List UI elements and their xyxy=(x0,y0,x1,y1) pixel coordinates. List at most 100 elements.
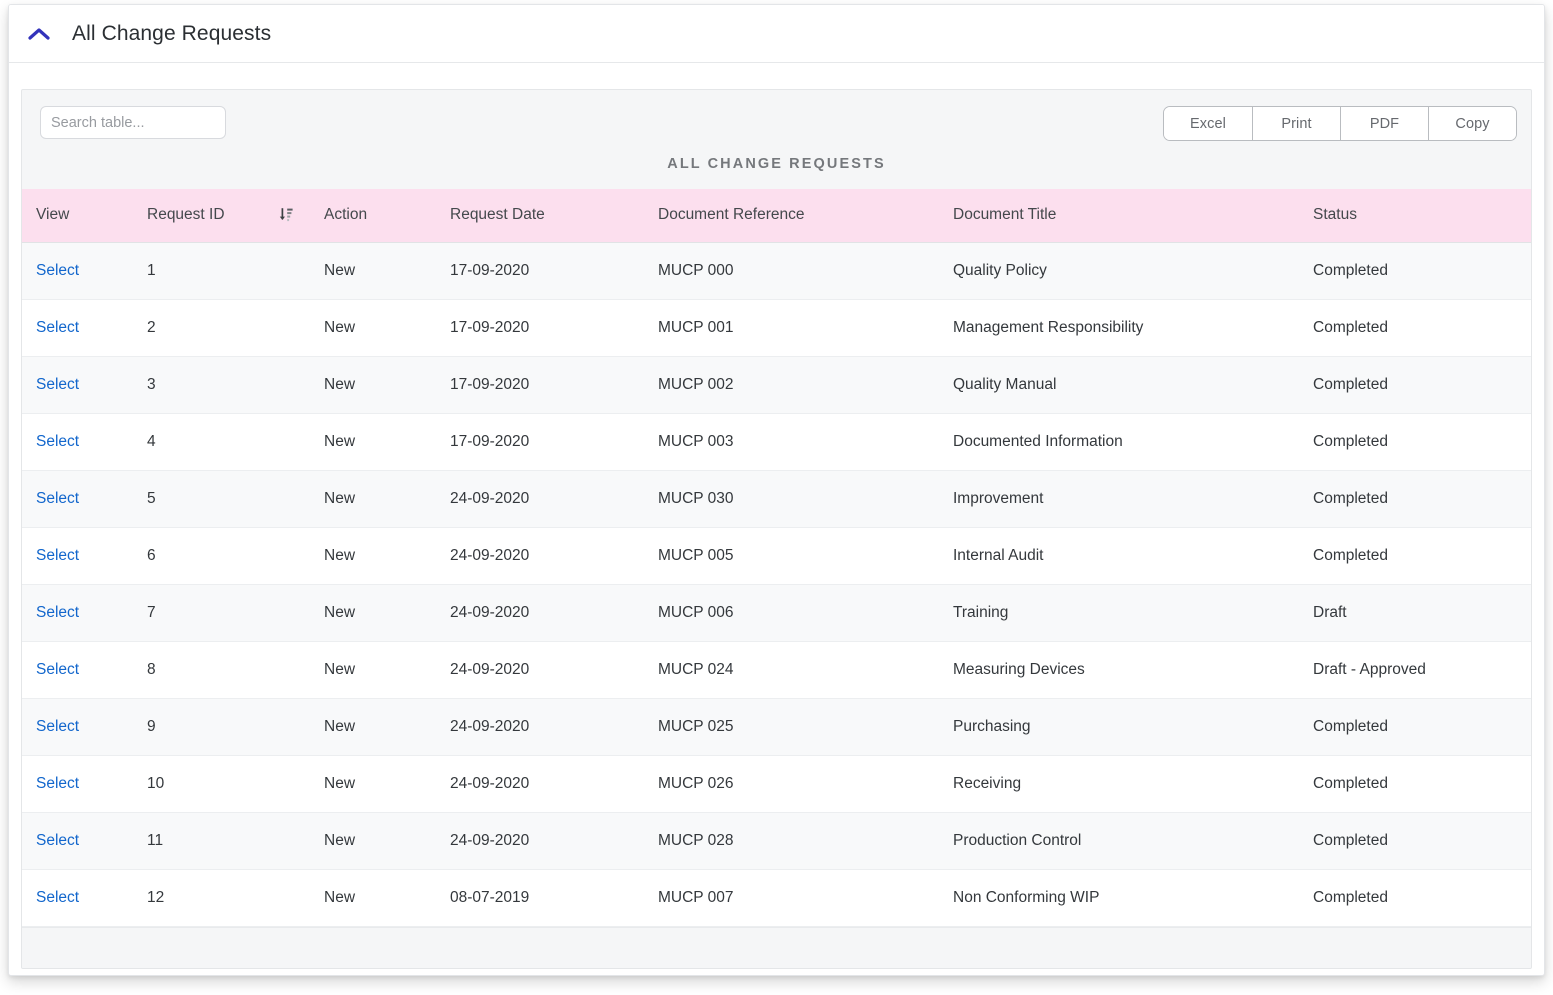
cell-document-reference: MUCP 002 xyxy=(644,356,939,414)
cell-request-id: 3 xyxy=(133,356,310,414)
cell-request-id: 10 xyxy=(133,755,310,813)
export-print-button[interactable]: Print xyxy=(1252,107,1340,140)
table-panel: Excel Print PDF Copy ALL CHANGE REQUESTS… xyxy=(21,89,1532,969)
column-header-request-date-label: Request Date xyxy=(450,206,545,224)
export-button-group: Excel Print PDF Copy xyxy=(1163,106,1517,141)
select-link[interactable]: Select xyxy=(36,775,79,792)
cell-status: Completed xyxy=(1299,869,1531,927)
cell-view: Select xyxy=(22,299,133,357)
cell-request-id: 5 xyxy=(133,470,310,528)
cell-document-title: Purchasing xyxy=(939,698,1299,756)
column-header-request-date[interactable]: Request Date xyxy=(436,189,644,243)
column-header-view-label: View xyxy=(36,206,70,224)
cell-document-reference: MUCP 028 xyxy=(644,812,939,870)
cell-status: Completed xyxy=(1299,527,1531,585)
cell-action: New xyxy=(310,242,436,300)
table-row: Select 12 New 08-07-2019 MUCP 007 Non Conform… xyxy=(22,869,1531,927)
table-row: Select 5 New 24-09-2020 MUCP 030 Improvement C… xyxy=(22,470,1531,528)
cell-request-id: 12 xyxy=(133,869,310,927)
cell-document-title: Non Conforming WIP xyxy=(939,869,1299,927)
table-row: Select 3 New 17-09-2020 MUCP 002 Quality Manu… xyxy=(22,356,1531,414)
cell-status: Completed xyxy=(1299,698,1531,756)
cell-status: Completed xyxy=(1299,299,1531,357)
cell-document-title: Training xyxy=(939,584,1299,642)
cell-action: New xyxy=(310,413,436,471)
select-link[interactable]: Select xyxy=(36,889,79,906)
export-copy-button[interactable]: Copy xyxy=(1428,107,1516,140)
cell-request-date: 24-09-2020 xyxy=(436,527,644,585)
cell-request-date: 24-09-2020 xyxy=(436,812,644,870)
cell-document-reference: MUCP 024 xyxy=(644,641,939,699)
cell-request-date: 17-09-2020 xyxy=(436,413,644,471)
cell-request-id: 4 xyxy=(133,413,310,471)
cell-status: Completed xyxy=(1299,755,1531,813)
cell-document-reference: MUCP 003 xyxy=(644,413,939,471)
export-excel-button[interactable]: Excel xyxy=(1164,107,1252,140)
table-caption: ALL CHANGE REQUESTS xyxy=(22,156,1531,189)
cell-document-title: Measuring Devices xyxy=(939,641,1299,699)
select-link[interactable]: Select xyxy=(36,661,79,678)
table-body: Select 1 New 17-09-2020 MUCP 000 Quality Poli… xyxy=(22,242,1531,927)
select-link[interactable]: Select xyxy=(36,433,79,450)
column-header-document-reference[interactable]: Document Reference xyxy=(644,189,939,243)
cell-document-reference: MUCP 005 xyxy=(644,527,939,585)
cell-request-id: 1 xyxy=(133,242,310,300)
table-row: Select 6 New 24-09-2020 MUCP 005 Internal Aud… xyxy=(22,527,1531,585)
cell-request-date: 24-09-2020 xyxy=(436,698,644,756)
cell-action: New xyxy=(310,812,436,870)
cell-request-id: 11 xyxy=(133,812,310,870)
select-link[interactable]: Select xyxy=(36,547,79,564)
column-header-request-id[interactable]: Request ID xyxy=(133,189,310,243)
table-row: Select 7 New 24-09-2020 MUCP 006 Training Draf… xyxy=(22,584,1531,642)
column-header-status[interactable]: Status xyxy=(1299,189,1531,243)
table-head: View Request ID Action Request Date Docu… xyxy=(22,189,1531,243)
table-row: Select 4 New 17-09-2020 MUCP 003 Documented I… xyxy=(22,413,1531,471)
cell-document-title: Production Control xyxy=(939,812,1299,870)
cell-request-id: 2 xyxy=(133,299,310,357)
cell-request-date: 24-09-2020 xyxy=(436,641,644,699)
cell-view: Select xyxy=(22,413,133,471)
table-toolbar: Excel Print PDF Copy xyxy=(22,90,1531,156)
cell-status: Completed xyxy=(1299,413,1531,471)
select-link[interactable]: Select xyxy=(36,718,79,735)
export-pdf-button[interactable]: PDF xyxy=(1340,107,1428,140)
table-row: Select 11 New 24-09-2020 MUCP 028 Production … xyxy=(22,812,1531,870)
cell-request-date: 08-07-2019 xyxy=(436,869,644,927)
cell-document-reference: MUCP 025 xyxy=(644,698,939,756)
select-link[interactable]: Select xyxy=(36,832,79,849)
sort-amount-down-icon[interactable] xyxy=(279,207,294,223)
table-header-row: View Request ID Action Request Date Docu… xyxy=(22,189,1531,243)
cell-view: Select xyxy=(22,242,133,300)
cell-request-id: 8 xyxy=(133,641,310,699)
cell-request-date: 17-09-2020 xyxy=(436,356,644,414)
cell-action: New xyxy=(310,299,436,357)
column-header-document-title[interactable]: Document Title xyxy=(939,189,1299,243)
search-input[interactable] xyxy=(40,106,226,139)
cell-document-title: Quality Manual xyxy=(939,356,1299,414)
cell-action: New xyxy=(310,755,436,813)
select-link[interactable]: Select xyxy=(36,376,79,393)
select-link[interactable]: Select xyxy=(36,604,79,621)
cell-document-reference: MUCP 001 xyxy=(644,299,939,357)
cell-status: Completed xyxy=(1299,356,1531,414)
cell-view: Select xyxy=(22,755,133,813)
table-footer xyxy=(22,926,1531,968)
page-title: All Change Requests xyxy=(72,21,272,45)
table-row: Select 8 New 24-09-2020 MUCP 024 Measuring De… xyxy=(22,641,1531,699)
select-link[interactable]: Select xyxy=(36,319,79,336)
cell-action: New xyxy=(310,584,436,642)
cell-document-reference: MUCP 026 xyxy=(644,755,939,813)
select-link[interactable]: Select xyxy=(36,490,79,507)
cell-action: New xyxy=(310,869,436,927)
cell-view: Select xyxy=(22,356,133,414)
column-header-view[interactable]: View xyxy=(22,189,133,243)
cell-view: Select xyxy=(22,812,133,870)
cell-action: New xyxy=(310,527,436,585)
cell-document-title: Improvement xyxy=(939,470,1299,528)
chevron-up-icon[interactable] xyxy=(26,21,52,47)
column-header-action[interactable]: Action xyxy=(310,189,436,243)
cell-request-date: 24-09-2020 xyxy=(436,470,644,528)
cell-document-title: Receiving xyxy=(939,755,1299,813)
cell-view: Select xyxy=(22,641,133,699)
select-link[interactable]: Select xyxy=(36,262,79,279)
